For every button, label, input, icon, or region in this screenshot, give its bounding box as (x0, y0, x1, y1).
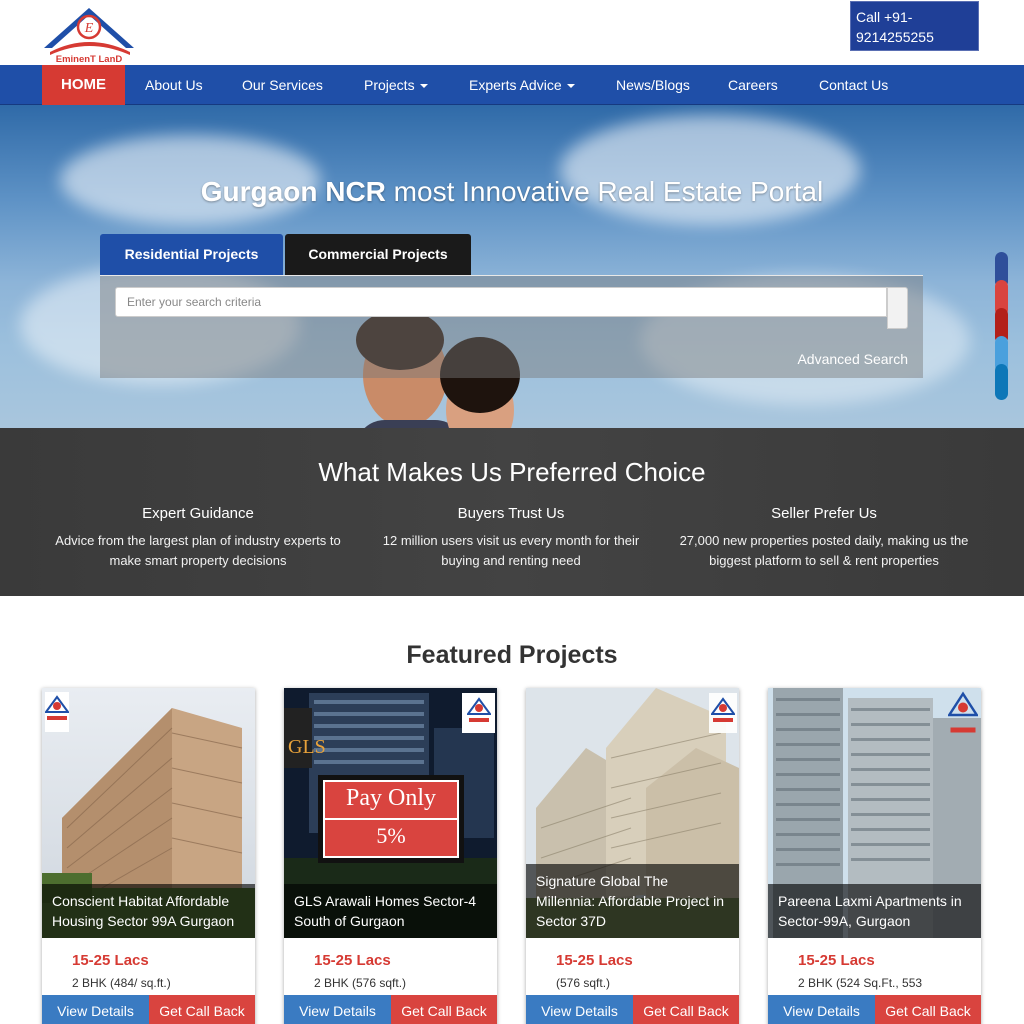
ad-percentage: 5% (376, 823, 406, 848)
nav-label: HOME (61, 76, 106, 93)
page: E EminenT LanD Call +91-9214255255 HOME A… (0, 0, 1024, 1024)
view-details-button[interactable]: View Details (768, 995, 875, 1024)
project-logo-icon (711, 697, 735, 722)
preferred-title: What Makes Us Preferred Choice (318, 457, 706, 487)
caret-down-icon (566, 84, 575, 89)
get-call-back-button[interactable]: Get Call Back (875, 995, 981, 1024)
project-name: Conscient Habitat Affordable Housing Sec… (42, 884, 255, 938)
nav-label: Experts Advice (469, 77, 562, 93)
preferred-text: 12 million users visit us every month fo… (382, 533, 640, 568)
nav-projects[interactable]: Projects (364, 65, 428, 105)
hero-title-bold: Gurgaon NCR (200, 176, 386, 207)
nav-label: Contact Us (819, 77, 889, 93)
project-card[interactable]: Signature Global The Millennia: Affordab… (526, 688, 739, 1024)
brand-logo[interactable]: E EminenT LanD (42, 2, 136, 64)
nav-experts-advice[interactable]: Experts Advice (469, 65, 575, 105)
project-config: (576 sqft.) (556, 976, 611, 990)
search-panel: Advanced Search (100, 275, 923, 378)
caret-down-icon (419, 84, 428, 89)
project-image[interactable]: Signature Global The Millennia: Affordab… (526, 688, 739, 938)
project-image[interactable]: Conscient Habitat Affordable Housing Sec… (42, 688, 255, 938)
featured-title: Featured Projects (406, 641, 618, 669)
nav-label: Careers (728, 77, 778, 93)
nav-label: News/Blogs (616, 77, 690, 93)
project-image[interactable]: Pareena Laxmi Apartments in Sector-99A, … (768, 688, 981, 938)
project-price: 15-25 Lacs (314, 952, 391, 969)
search-input[interactable] (115, 287, 887, 317)
nav-label: Our Services (242, 77, 323, 93)
project-logo-icon (45, 695, 69, 720)
cloud (560, 115, 860, 225)
call-box[interactable]: Call +91-9214255255 (850, 1, 979, 51)
hero-title: Gurgaon NCR most Innovative Real Estate … (0, 176, 1024, 208)
gls-brand-text: GLS (288, 736, 326, 758)
nav-label: Projects (364, 77, 415, 93)
tab-residential-projects[interactable]: Residential Projects (100, 234, 283, 275)
project-card[interactable]: Pareena Laxmi Apartments in Sector-99A, … (768, 688, 981, 1024)
advanced-search-link[interactable]: Advanced Search (797, 351, 908, 367)
hero-banner: Gurgaon NCR most Innovative Real Estate … (0, 105, 1024, 428)
preferred-heading: Buyers Trust Us (457, 505, 565, 522)
preferred-section: What Makes Us Preferred Choice Expert Gu… (0, 428, 1024, 596)
get-call-back-button[interactable]: Get Call Back (149, 995, 255, 1024)
top-bar: E EminenT LanD Call +91-9214255255 (0, 0, 1024, 65)
get-call-back-button[interactable]: Get Call Back (391, 995, 497, 1024)
project-price: 15-25 Lacs (72, 952, 149, 969)
project-card[interactable]: GLS Pay Only 5% GLS Arawali Homes Sector… (284, 688, 497, 1024)
nav-about-us[interactable]: About Us (145, 65, 203, 105)
nav-label: About Us (145, 77, 203, 93)
project-config: 2 BHK (484/ sq.ft.) (72, 976, 171, 990)
project-config: 2 BHK (524 Sq.Ft., 553 (798, 976, 923, 990)
nav-careers[interactable]: Careers (728, 65, 778, 105)
nav-home[interactable]: HOME (42, 65, 125, 105)
get-call-back-button[interactable]: Get Call Back (633, 995, 739, 1024)
project-card[interactable]: Conscient Habitat Affordable Housing Sec… (42, 688, 255, 1024)
project-price: 15-25 Lacs (556, 952, 633, 969)
view-details-button[interactable]: View Details (284, 995, 391, 1024)
project-config: 2 BHK (576 sqft.) (314, 976, 407, 990)
preferred-col-sellers: Seller Prefer Us 27,000 new properties p… (679, 505, 969, 571)
view-details-button[interactable]: View Details (42, 995, 149, 1024)
hero-title-rest: most Innovative Real Estate Portal (385, 176, 824, 207)
ad-pay-only: Pay Only (346, 785, 436, 811)
project-name: Pareena Laxmi Apartments in Sector-99A, … (768, 884, 981, 938)
view-details-button[interactable]: View Details (526, 995, 633, 1024)
preferred-col-buyers: Buyers Trust Us 12 million users visit u… (366, 505, 656, 571)
preferred-text: 27,000 new properties posted daily, maki… (679, 533, 969, 568)
logo-text: EminenT LanD (56, 54, 123, 64)
project-image[interactable]: GLS Pay Only 5% GLS Arawali Homes Sector… (284, 688, 497, 938)
nav-our-services[interactable]: Our Services (242, 65, 323, 105)
preferred-heading: Seller Prefer Us (771, 505, 877, 522)
preferred-col-expert: Expert Guidance Advice from the largest … (53, 505, 343, 571)
tab-commercial-projects[interactable]: Commercial Projects (285, 234, 471, 275)
project-logo-icon (948, 691, 978, 733)
search-button[interactable] (887, 287, 908, 329)
nav-contact-us[interactable]: Contact Us (819, 65, 888, 105)
nav-news-blogs[interactable]: News/Blogs (616, 65, 690, 105)
project-logo-icon (467, 697, 491, 722)
project-price: 15-25 Lacs (798, 952, 875, 969)
preferred-text: Advice from the largest plan of industry… (55, 533, 341, 568)
svg-text:E: E (84, 21, 94, 36)
main-nav: HOME About Us Our Services Projects Experts … (0, 65, 1024, 105)
linkedin-icon[interactable] (995, 364, 1008, 400)
project-name: GLS Arawali Homes Sector-4 South of Gurg… (284, 884, 497, 938)
project-name: Signature Global The Millennia: Affordab… (526, 864, 739, 938)
preferred-heading: Expert Guidance (142, 505, 254, 522)
